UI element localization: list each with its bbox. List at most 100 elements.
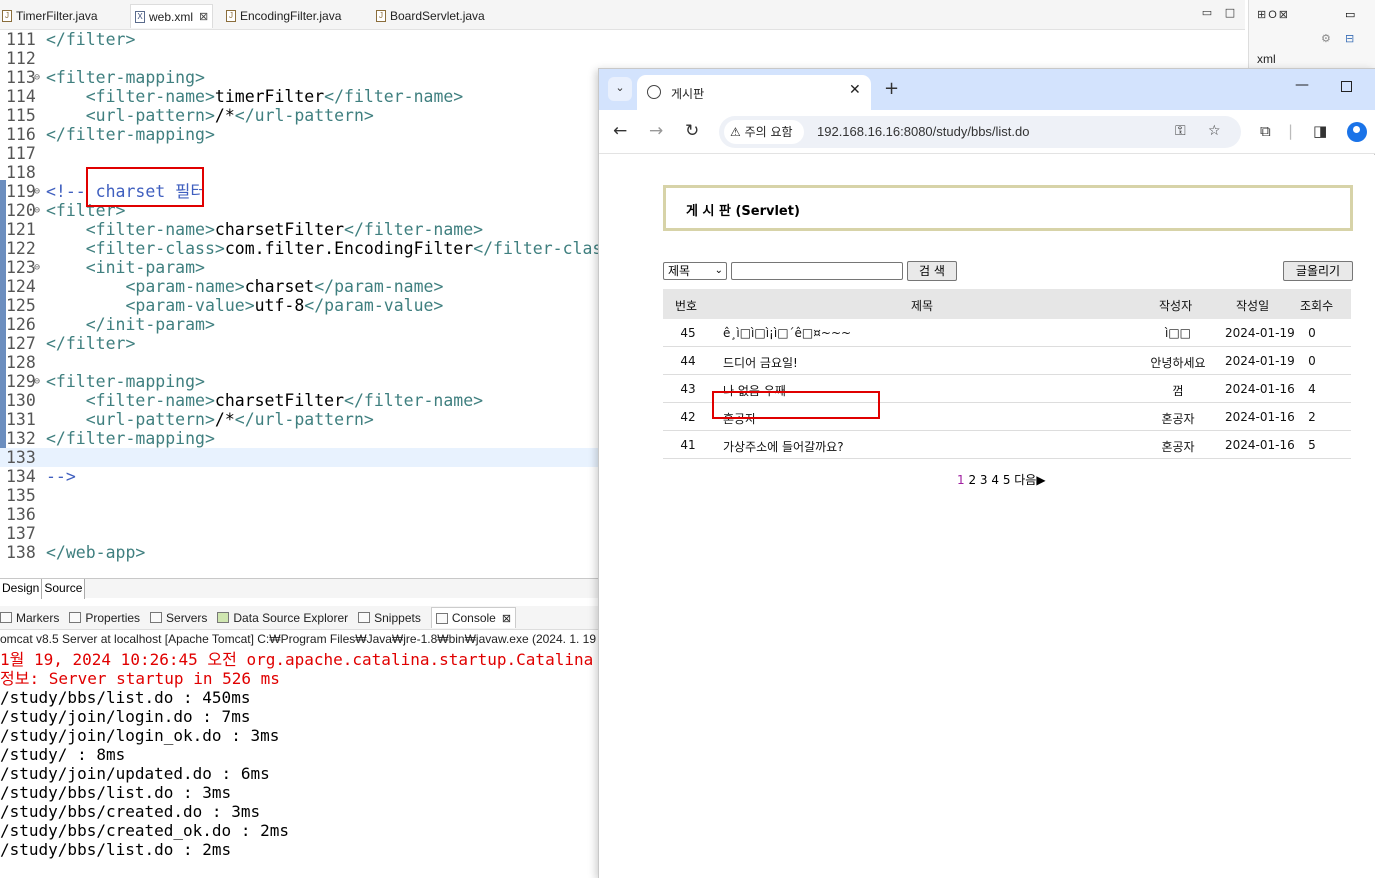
minimize-icon[interactable]: ▭ <box>1201 7 1213 19</box>
url-text[interactable]: 192.168.16.16:8080/study/bbs/list.do <box>817 124 1030 139</box>
extensions-icon[interactable]: ⧉ <box>1260 122 1271 140</box>
browser-window: ⌄ 게시판 ✕ + — ← → ↻ ⚠ 주의 요함 192.168.16.16:… <box>598 68 1375 878</box>
search-row: 제목 ⌄ 검 색 글올리기 <box>663 261 1353 283</box>
code-line[interactable]: 112 <box>0 49 600 68</box>
close-icon[interactable]: ⊠ <box>502 612 511 625</box>
bookmark-star-icon[interactable]: ☆ <box>1208 123 1221 139</box>
tab-properties[interactable]: Properties <box>69 611 140 625</box>
data-source-icon <box>217 612 230 623</box>
page-link[interactable]: 3 <box>980 473 991 487</box>
code-line[interactable]: 131 <url-pattern>/*</url-pattern> <box>0 410 600 429</box>
post-subject-link[interactable]: 드디어 금요일! <box>723 354 798 371</box>
tab-console[interactable]: Console ⊠ <box>430 607 517 628</box>
write-button[interactable]: 글올리기 <box>1283 261 1353 281</box>
browser-tab-active[interactable]: 게시판 ✕ <box>637 75 871 110</box>
code-line[interactable]: 117 <box>0 144 600 163</box>
fold-toggle-icon[interactable]: ⊖ <box>34 182 40 201</box>
search-field-select[interactable]: 제목 ⌄ <box>663 262 727 280</box>
code-line[interactable]: 136 <box>0 505 600 524</box>
fold-toggle-icon[interactable]: ⊖ <box>34 372 40 391</box>
code-line[interactable]: 113 ⊖ <filter-mapping> <box>0 68 600 87</box>
key-icon[interactable]: ⚿ <box>1175 123 1186 139</box>
tab-snippets[interactable]: Snippets <box>358 611 421 625</box>
cell-writer: 혼공자 <box>1161 412 1195 426</box>
code-line[interactable]: 116 </filter-mapping> <box>0 125 600 144</box>
chevron-down-icon: ⌄ <box>714 265 723 276</box>
profile-avatar-icon[interactable] <box>1347 122 1367 142</box>
close-icon[interactable]: ⊠ <box>199 10 208 23</box>
forward-icon[interactable]: → <box>649 121 663 141</box>
outline-item-xml[interactable]: xml <box>1257 52 1276 66</box>
close-icon[interactable]: ⊠ <box>1279 8 1288 21</box>
code-line[interactable]: 115 <url-pattern>/*</url-pattern> <box>0 106 600 125</box>
next-page-link[interactable]: 다음▶ <box>1014 473 1045 487</box>
search-button[interactable]: 검 색 <box>907 261 957 281</box>
page-link[interactable]: 1 <box>957 473 968 487</box>
tab-encodingfilter-java[interactable]: J EncodingFilter.java <box>226 6 341 26</box>
line-number: 126 <box>6 315 36 334</box>
reload-icon[interactable]: ↻ <box>685 121 699 141</box>
minimize-icon[interactable]: — <box>1295 77 1309 93</box>
tab-web-xml[interactable]: X web.xml ⊠ <box>130 4 214 28</box>
code-line[interactable]: 127 </filter> <box>0 334 600 353</box>
line-number: 124 <box>6 277 36 296</box>
code-line[interactable]: 111 </filter> <box>0 30 600 49</box>
code-text: <filter-mapping> <box>46 372 205 391</box>
page-link[interactable]: 5 <box>1003 473 1014 487</box>
tab-timerfilter-java[interactable]: J TimerFilter.java <box>2 6 98 26</box>
cell-writer: 껌 <box>1172 384 1184 398</box>
collapse-icon[interactable]: ⊟ <box>1345 32 1354 45</box>
fold-toggle-icon[interactable]: ⊖ <box>34 258 40 277</box>
code-line[interactable]: 124 <param-name>charset</param-name> <box>0 277 600 296</box>
code-line[interactable]: 129 ⊖ <filter-mapping> <box>0 372 600 391</box>
post-subject-link[interactable]: 가상주소에 들어갈까요? <box>723 438 844 455</box>
code-line[interactable]: 121 <filter-name>charsetFilter</filter-n… <box>0 220 600 239</box>
code-line[interactable]: 125 <param-value>utf-8</param-value> <box>0 296 600 315</box>
code-text: </web-app> <box>46 543 146 562</box>
new-tab-icon[interactable]: + <box>884 78 899 99</box>
sort-icon[interactable]: ⚙ <box>1321 32 1331 45</box>
page-link[interactable]: 4 <box>991 473 1002 487</box>
tab-markers[interactable]: Markers <box>0 611 59 625</box>
code-line[interactable]: 123 ⊖ <init-param> <box>0 258 600 277</box>
tab-source[interactable]: Source <box>42 579 86 599</box>
editor-tab-bar: J TimerFilter.java X web.xml ⊠ J Encodin… <box>0 0 1245 30</box>
console-line: /study/bbs/list.do : 3ms <box>0 783 232 802</box>
address-bar[interactable]: ⚠ 주의 요함 192.168.16.16:8080/study/bbs/lis… <box>719 116 1241 148</box>
tab-servers[interactable]: Servers <box>150 611 207 625</box>
close-icon[interactable]: ✕ <box>849 82 861 98</box>
maximize-icon[interactable]: □ <box>1224 7 1236 19</box>
code-line[interactable]: 128 <box>0 353 600 372</box>
cell-date: 2024-01-19 <box>1225 326 1295 340</box>
code-editor[interactable]: 111 </filter> 112 113 ⊖ <filter-mapping> 114 <… <box>0 30 600 570</box>
search-input[interactable] <box>731 262 903 280</box>
minimize-icon[interactable]: ▭ <box>1345 8 1355 21</box>
tab-boardservlet-java[interactable]: J BoardServlet.java <box>376 6 485 26</box>
line-number: 118 <box>6 163 36 182</box>
code-line[interactable]: 130 <filter-name>charsetFilter</filter-n… <box>0 391 600 410</box>
security-chip[interactable]: ⚠ 주의 요함 <box>724 120 804 144</box>
code-line[interactable]: 133 <box>0 448 600 467</box>
code-line[interactable]: 137 <box>0 524 600 543</box>
code-line[interactable]: 138 </web-app> <box>0 543 600 562</box>
fold-toggle-icon[interactable]: ⊖ <box>34 68 40 87</box>
console-line: 정보: Server startup in 526 ms <box>0 669 280 688</box>
code-line[interactable]: 132 </filter-mapping> <box>0 429 600 448</box>
page-link[interactable]: 2 <box>968 473 979 487</box>
code-line[interactable]: 114 <filter-name>timerFilter</filter-nam… <box>0 87 600 106</box>
tab-design[interactable]: Design <box>0 579 43 599</box>
fold-toggle-icon[interactable]: ⊖ <box>34 201 40 220</box>
side-panel-icon[interactable]: ◨ <box>1313 122 1327 140</box>
code-line[interactable]: 135 <box>0 486 600 505</box>
tab-outline[interactable]: ⊞ O ⊠ <box>1257 8 1288 22</box>
console-output[interactable]: 1월 19, 2024 10:26:45 오전 org.apache.catal… <box>0 650 600 878</box>
code-line[interactable]: 134 --> <box>0 467 600 486</box>
tab-data-source-explorer[interactable]: Data Source Explorer <box>217 611 348 625</box>
code-line[interactable]: 122 <filter-class>com.filter.EncodingFil… <box>0 239 600 258</box>
code-line[interactable]: 126 </init-param> <box>0 315 600 334</box>
tab-search-icon[interactable]: ⌄ <box>608 77 632 101</box>
cell-writer: ì□□ <box>1164 326 1191 340</box>
post-subject-link[interactable]: ê¸ì□ì□ì¡ì□´ê□¤~~~ <box>723 326 851 340</box>
maximize-icon[interactable] <box>1341 81 1352 92</box>
back-icon[interactable]: ← <box>613 121 627 141</box>
